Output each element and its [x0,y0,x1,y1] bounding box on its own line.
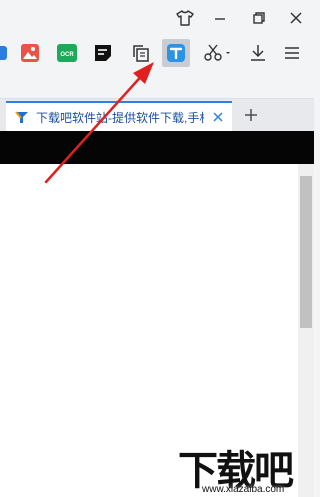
watermark-url: www.xiazaiba.com [202,484,285,495]
annotation-arrow [44,62,154,184]
watermark: 下载吧 www.xiazaiba.com [178,438,314,497]
